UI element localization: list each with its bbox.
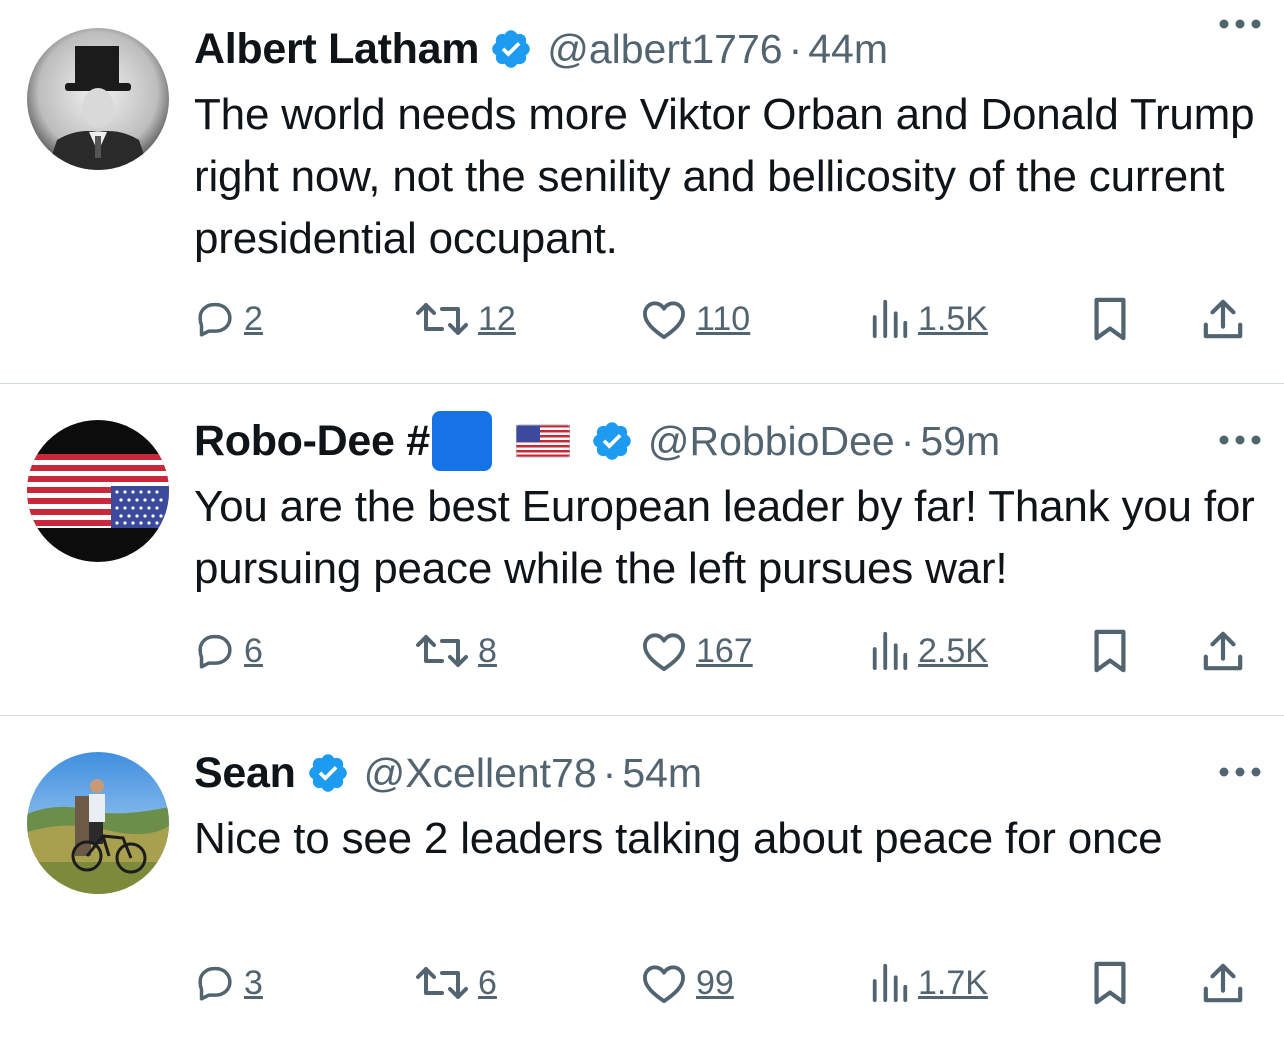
bookmark-icon [1094,297,1126,341]
separator-dot: · [900,417,915,464]
more-dots-icon[interactable] [1218,14,1262,34]
tweet-header: Sean @Xcellent78 · 54m [194,746,1254,800]
timestamp[interactable]: 54m [622,750,702,797]
share-button[interactable] [1202,626,1244,676]
bookmark-icon [1094,629,1126,673]
tweet-robo-dee[interactable]: Robo-Dee # @RobbioDee · 59m You are the … [0,384,1284,715]
timestamp[interactable]: 59m [920,418,1000,465]
like-button[interactable]: 167 [640,626,753,676]
reply-button[interactable]: 2 [194,294,263,344]
reply-button[interactable]: 3 [194,958,263,1008]
bookmark-button[interactable] [1090,958,1130,1008]
like-count[interactable]: 99 [696,964,734,1003]
retweet-arrows-icon [416,303,468,335]
share-upload-icon [1203,963,1243,1003]
display-name[interactable]: Albert Latham [194,25,480,74]
user-handle[interactable]: @RobbioDee [648,418,895,465]
retweet-button[interactable]: 12 [414,294,516,344]
views-button[interactable]: 1.5K [870,294,988,344]
tweet-text: The world needs more Viktor Orban and Do… [194,90,1255,263]
action-bar: 6 8 167 2.5K [194,626,1254,676]
timestamp[interactable]: 44m [808,26,888,73]
heart-icon [643,633,685,672]
retweet-arrows-icon [416,967,468,999]
like-button[interactable]: 99 [640,958,734,1008]
verified-badge-icon[interactable] [590,419,634,463]
heart-icon [643,965,685,1004]
share-upload-icon [1203,631,1243,671]
share-button[interactable] [1202,294,1244,344]
us-flag-emoji [515,421,570,461]
separator-dot: · [602,749,617,796]
retweet-count[interactable]: 6 [478,964,497,1003]
share-button[interactable] [1202,958,1244,1008]
tweet-albert-latham[interactable]: Albert Latham @albert1776 · 44m The worl… [0,0,1284,383]
verified-badge-icon[interactable] [306,751,350,795]
more-dots-icon[interactable] [1218,430,1262,450]
views-count[interactable]: 2.5K [918,632,988,671]
user-handle[interactable]: @albert1776 [547,26,782,73]
views-bars-icon [872,631,908,671]
views-bars-icon [872,963,908,1003]
reply-button[interactable]: 6 [194,626,263,676]
reply-count[interactable]: 3 [244,964,263,1003]
display-name[interactable]: Robo-Dee # [194,417,430,466]
bookmark-icon [1094,961,1126,1005]
views-count[interactable]: 1.5K [918,300,988,339]
display-name[interactable]: Sean [194,749,296,798]
reply-count[interactable]: 6 [244,632,263,671]
avatar-albert-latham[interactable] [27,28,169,170]
separator-dot: · [788,25,803,72]
action-bar: 2 12 110 1.5K [194,294,1254,344]
like-count[interactable]: 110 [696,300,750,339]
tweet-text: Nice to see 2 leaders talking about peac… [194,814,1163,863]
bookmark-button[interactable] [1090,626,1130,676]
tweet-header: Albert Latham @albert1776 · 44m [194,22,1254,76]
reply-count[interactable]: 2 [244,300,263,339]
tweet-sean[interactable]: Sean @Xcellent78 · 54m Nice to see 2 lea… [0,716,1284,1047]
blue-square-emoji [431,411,492,471]
reply-bubble-icon [198,966,232,1001]
more-dots-icon[interactable] [1218,762,1262,782]
like-button[interactable]: 110 [640,294,750,344]
retweet-count[interactable]: 8 [478,632,497,671]
views-count[interactable]: 1.7K [918,964,988,1003]
verified-badge-icon[interactable] [489,27,533,71]
share-upload-icon [1203,299,1243,339]
retweet-arrows-icon [416,635,468,667]
tweet-text: You are the best European leader by far!… [194,482,1255,593]
action-bar: 3 6 99 1.7K [194,958,1254,1008]
views-bars-icon [872,299,908,339]
avatar-robo-dee[interactable] [27,420,169,562]
like-count[interactable]: 167 [696,632,753,671]
retweet-count[interactable]: 12 [478,300,516,339]
bookmark-button[interactable] [1090,294,1130,344]
retweet-button[interactable]: 8 [414,626,497,676]
retweet-button[interactable]: 6 [414,958,497,1008]
avatar-sean[interactable] [27,752,169,894]
user-handle[interactable]: @Xcellent78 [364,750,597,797]
tweet-header: Robo-Dee # @RobbioDee · 59m [194,411,1254,471]
reply-bubble-icon [198,302,232,337]
views-button[interactable]: 1.7K [870,958,988,1008]
heart-icon [643,301,685,340]
reply-bubble-icon [198,634,232,669]
views-button[interactable]: 2.5K [870,626,988,676]
